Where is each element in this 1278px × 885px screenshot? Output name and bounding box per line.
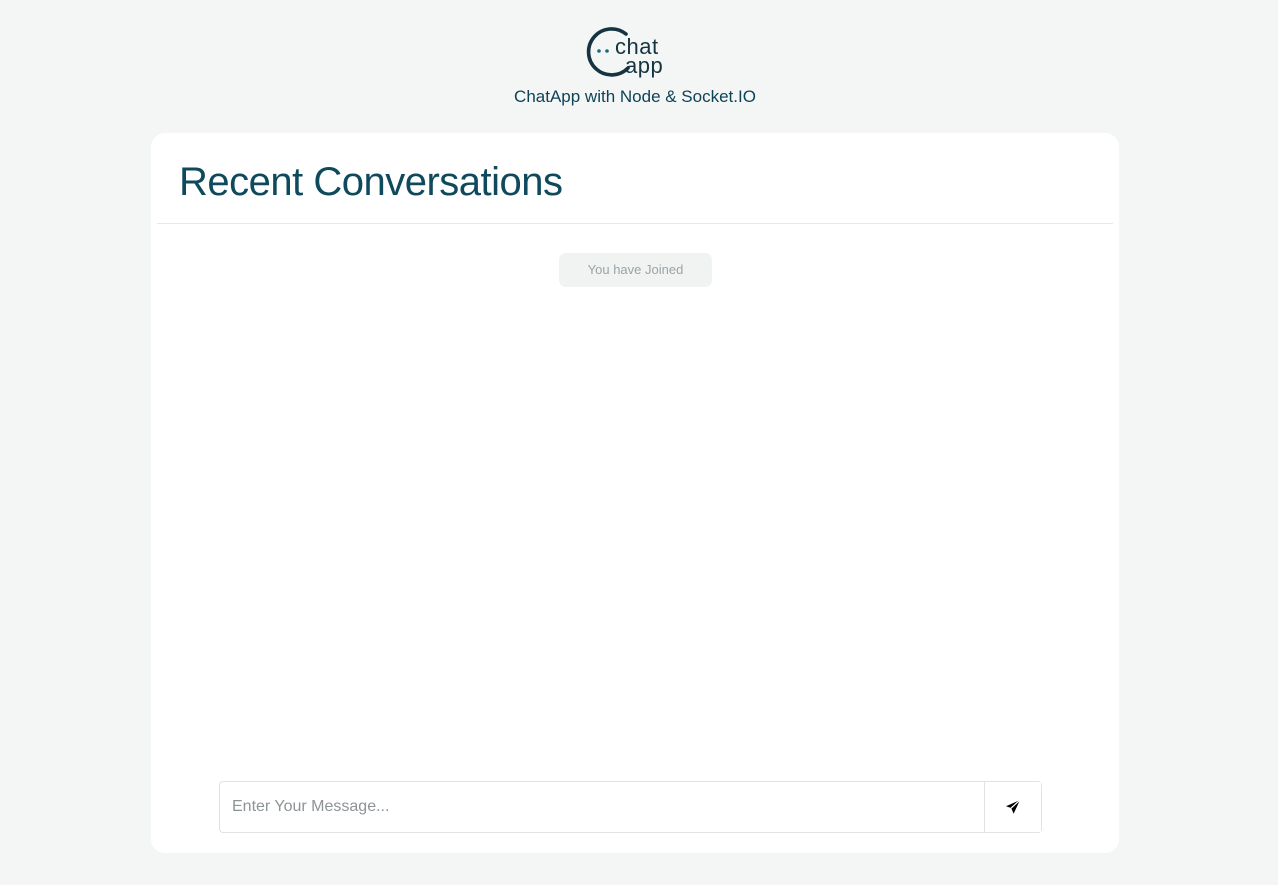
conversation-card: Recent Conversations You have Joined — [151, 133, 1119, 853]
page-title: Recent Conversations — [179, 160, 563, 204]
app-header: chat app ChatApp with Node & Socket.IO — [0, 0, 1278, 125]
paper-plane-icon — [1006, 799, 1021, 814]
message-composer — [219, 781, 1042, 833]
app-subtitle: ChatApp with Node & Socket.IO — [514, 87, 756, 106]
send-button[interactable] — [984, 782, 1041, 832]
system-message-badge: You have Joined — [559, 253, 712, 287]
logo-word-app: app — [625, 53, 664, 78]
chatapp-logo: chat app — [583, 22, 689, 82]
message-list: You have Joined — [157, 225, 1113, 765]
title-divider — [157, 223, 1113, 224]
message-input[interactable] — [220, 782, 984, 832]
